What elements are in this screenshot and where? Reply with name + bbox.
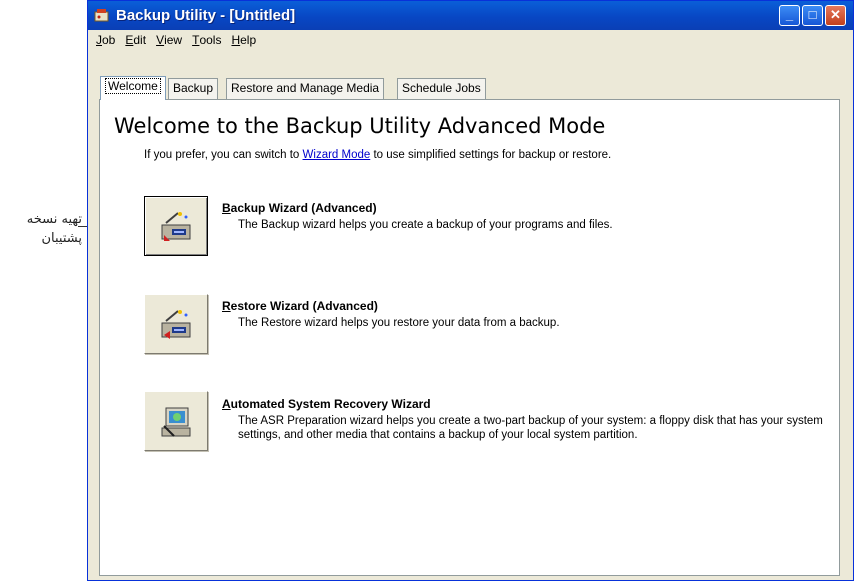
welcome-panel: Welcome to the Backup Utility Advanced M… [99,99,840,576]
window-title: Backup Utility - [Untitled] [116,7,296,24]
menu-job[interactable]: Job [88,30,120,50]
minimize-button[interactable]: _ [779,5,800,26]
tab-backup[interactable]: Backup [168,78,219,99]
menu-view[interactable]: View [151,30,187,50]
tab-welcome[interactable]: Welcome [100,76,166,100]
tab-restore-manage-media[interactable]: Restore and Manage Media [226,78,385,99]
backup-utility-window: Backup Utility - [Untitled] _ □ ✕ Job Edi… [87,0,854,581]
backup-wizard-icon [161,212,191,241]
annotation-label: تهیه نسخه پشتیبان [2,210,82,248]
restore-wizard-description: The Restore wizard helps you restore you… [238,317,560,329]
maximize-icon: □ [808,7,817,22]
page-title: Welcome to the Backup Utility Advanced M… [114,114,606,138]
tab-schedule-jobs[interactable]: Schedule Jobs [397,78,486,99]
asr-wizard-icon [161,407,191,437]
app-icon [94,9,109,22]
minimize-icon: _ [785,7,794,22]
asr-wizard-title[interactable]: Automated System Recovery Wizard [222,397,431,411]
restore-wizard-title[interactable]: Restore Wizard (Advanced) [222,299,378,313]
restore-wizard-icon [161,310,191,339]
menu-tools[interactable]: Tools [187,30,226,50]
menu-edit[interactable]: Edit [120,30,151,50]
annotation-line-2: پشتیبان [41,231,83,246]
restore-wizard-button[interactable] [144,294,208,354]
close-icon: ✕ [830,7,841,22]
close-button[interactable]: ✕ [825,5,846,26]
asr-wizard-button[interactable] [144,391,208,451]
maximize-button[interactable]: □ [802,5,823,26]
wizard-mode-link[interactable]: Wizard Mode [303,149,371,161]
backup-wizard-title[interactable]: Backup Wizard (Advanced) [222,201,377,215]
mode-hint: If you prefer, you can switch to Wizard … [144,149,612,161]
asr-wizard-description: The ASR Preparation wizard helps you cre… [238,415,823,441]
title-bar[interactable]: Backup Utility - [Untitled] _ □ ✕ [88,1,853,30]
backup-wizard-button[interactable] [144,196,208,256]
backup-wizard-description: The Backup wizard helps you create a bac… [238,219,613,231]
menu-help[interactable]: Help [226,30,261,50]
menu-bar: Job Edit View Tools Help [88,30,853,50]
annotation-line-1: تهیه نسخه [26,212,82,227]
